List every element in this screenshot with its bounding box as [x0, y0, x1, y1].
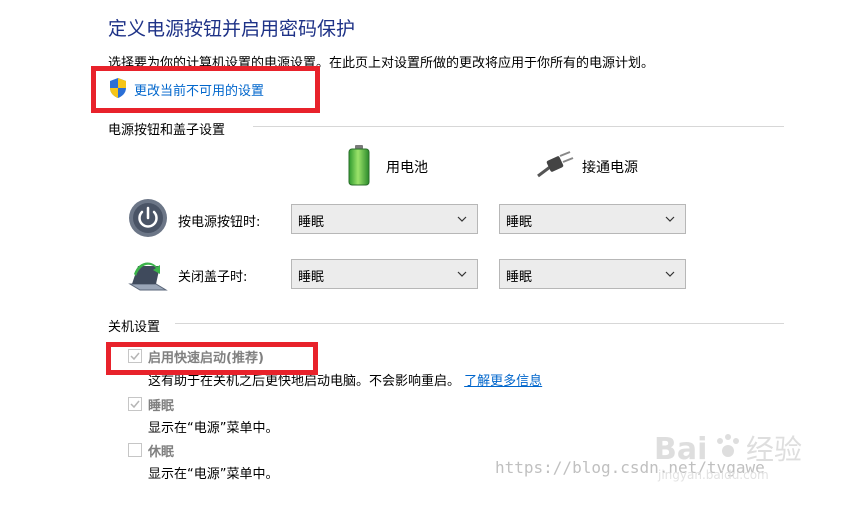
column-header-on-battery: 用电池 [386, 160, 428, 176]
sleep-label: 睡眠 [148, 399, 175, 414]
highlight-box [106, 342, 318, 375]
chevron-down-icon [457, 216, 467, 222]
select-value: 睡眠 [298, 270, 325, 285]
svg-text:Bai: Bai [654, 432, 707, 467]
baidu-jingyan-logo: Bai 经验 jingyan.baidu.com [654, 432, 802, 482]
fast-startup-description-text: 这有助于在关机之后更快地启动电脑。不会影响重启。 [148, 374, 461, 389]
lid-close-label: 关闭盖子时: [178, 270, 248, 285]
select-value: 睡眠 [298, 215, 325, 230]
chevron-down-icon [665, 271, 675, 277]
svg-text:经验: 经验 [746, 433, 802, 466]
plug-icon [537, 151, 574, 178]
checkmark-icon [130, 400, 140, 409]
chevron-down-icon [665, 216, 675, 222]
hibernate-checkbox[interactable] [128, 443, 142, 457]
sleep-description: 显示在“电源”菜单中。 [148, 421, 279, 436]
learn-more-link[interactable]: 了解更多信息 [464, 374, 542, 389]
power-button-label: 按电源按钮时: [178, 215, 261, 230]
select-value: 睡眠 [506, 215, 533, 230]
section-divider [175, 323, 784, 324]
highlight-box [91, 66, 320, 113]
laptop-lid-icon [128, 262, 168, 291]
lid-close-battery-select[interactable]: 睡眠 [291, 259, 478, 289]
hibernate-description: 显示在“电源”菜单中。 [148, 467, 279, 482]
column-header-plugged-in: 接通电源 [582, 160, 638, 176]
svg-text:jingyan.baidu.com: jingyan.baidu.com [657, 468, 769, 482]
page-title: 定义电源按钮并启用密码保护 [108, 18, 356, 40]
power-button-plugged-select[interactable]: 睡眠 [499, 204, 686, 234]
select-value: 睡眠 [506, 270, 533, 285]
hibernate-label: 休眠 [148, 445, 175, 460]
chevron-down-icon [457, 271, 467, 277]
power-button-icon [129, 199, 167, 237]
section-title-power-buttons: 电源按钮和盖子设置 [108, 123, 226, 138]
power-button-battery-select[interactable]: 睡眠 [291, 204, 478, 234]
sleep-checkbox[interactable] [128, 397, 142, 411]
battery-icon [348, 145, 370, 186]
lid-close-plugged-select[interactable]: 睡眠 [499, 259, 686, 289]
section-divider [253, 126, 784, 127]
section-title-shutdown: 关机设置 [108, 320, 161, 335]
